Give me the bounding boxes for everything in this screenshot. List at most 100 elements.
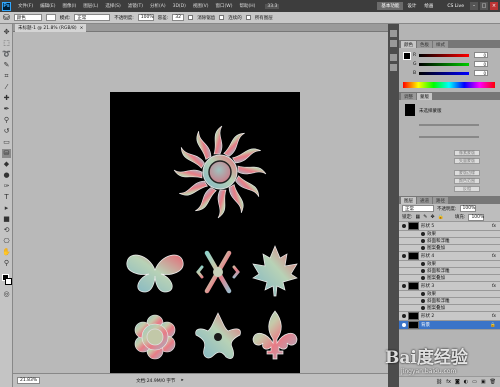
lock-transparency-icon[interactable]: ▦ (416, 214, 421, 220)
layer-effects-row[interactable]: 效果 (399, 291, 500, 298)
slider-g-track[interactable] (419, 63, 469, 66)
move-tool-icon[interactable]: ✥ (2, 28, 11, 37)
layer-row-shape3[interactable]: 形状 3 fx (399, 282, 500, 291)
path-select-tool-icon[interactable]: ▸ (2, 204, 11, 213)
lock-position-icon[interactable]: ✥ (430, 214, 434, 220)
tab-paths[interactable]: 路径 (433, 197, 448, 204)
brush-tool-icon[interactable]: ✒ (2, 105, 11, 114)
visibility-eye-icon[interactable] (402, 224, 406, 228)
tab-swatches[interactable]: 色板 (417, 41, 432, 48)
document-canvas[interactable] (110, 92, 300, 387)
all-layers-checkbox[interactable] (245, 15, 251, 20)
quick-mask-icon[interactable]: ◎ (2, 290, 11, 299)
tab-color[interactable]: 颜色 (401, 41, 416, 48)
effect-eye-icon[interactable] (421, 239, 425, 243)
layer-effect-bevel-row[interactable]: 斜面和浮雕 (399, 268, 500, 275)
actions-panel-icon[interactable] (390, 40, 397, 47)
layer-fx-icon[interactable]: fx (492, 224, 496, 229)
layer-effect-pattern-row[interactable]: 图案叠加 (399, 245, 500, 252)
effect-eye-icon[interactable] (421, 262, 425, 266)
workspace-essentials[interactable]: 基本功能 (377, 2, 404, 10)
maximize-icon[interactable]: □ (480, 2, 488, 10)
zoom-select[interactable]: 33.3 (265, 3, 280, 9)
visibility-eye-icon[interactable] (402, 284, 406, 288)
effect-eye-icon[interactable] (421, 246, 425, 250)
menu-help[interactable]: 帮助(H) (239, 3, 255, 9)
mask-feather-slider[interactable] (419, 136, 479, 138)
menu-window[interactable]: 窗口(W) (215, 3, 232, 9)
document-tab-close-icon[interactable]: × (80, 26, 84, 31)
type-tool-icon[interactable]: T (2, 193, 11, 202)
slider-r-track[interactable] (419, 54, 469, 57)
pattern-swatch[interactable] (45, 14, 56, 21)
clone-source-panel-icon[interactable] (390, 64, 397, 71)
tool-preset-select[interactable]: 颜色 (13, 14, 42, 21)
3d-camera-tool-icon[interactable]: ⎔ (2, 237, 11, 246)
visibility-eye-icon[interactable] (402, 323, 406, 327)
layer-fx-icon[interactable]: fx (492, 314, 496, 319)
layer-fx-icon[interactable]: fx (492, 254, 496, 259)
mode-select[interactable]: 正常 (74, 14, 111, 21)
color-range-button[interactable]: 颜色范围 (454, 178, 480, 184)
document-tab[interactable]: 未标题-1 @ 21.8% (RGB/8) × (15, 24, 87, 32)
tab-layers[interactable]: 图层 (401, 197, 416, 204)
slider-r-value[interactable]: 0 (474, 52, 488, 58)
minimize-icon[interactable]: – (470, 2, 478, 10)
lock-pixels-icon[interactable]: ✎ (423, 214, 427, 220)
menu-image[interactable]: 图像(I) (62, 3, 76, 9)
pen-tool-icon[interactable]: ✑ (2, 182, 11, 191)
effect-eye-icon[interactable] (421, 299, 425, 303)
effect-eye-icon[interactable] (421, 269, 425, 273)
layer-effects-row[interactable]: 效果 (399, 231, 500, 238)
workspace-design[interactable]: 设计 (403, 2, 420, 10)
background-color-swatch[interactable] (5, 278, 12, 285)
3d-rotate-tool-icon[interactable]: ⟲ (2, 226, 11, 235)
slider-b-track[interactable] (419, 72, 469, 75)
brushes-panel-icon[interactable] (390, 54, 397, 61)
close-icon[interactable]: × (490, 2, 498, 10)
menu-edit[interactable]: 编辑(E) (40, 3, 55, 9)
color-panel-fg-swatch[interactable] (403, 52, 411, 60)
effect-eye-icon[interactable] (421, 306, 425, 310)
eraser-tool-icon[interactable]: ▭ (2, 138, 11, 147)
spectrum-bar[interactable] (403, 82, 495, 88)
workspace-painting[interactable]: 绘画 (420, 2, 437, 10)
menu-file[interactable]: 文件(F) (18, 3, 33, 9)
tab-adjustments[interactable]: 调整 (401, 93, 416, 100)
layer-effect-pattern-row[interactable]: 图案叠加 (399, 305, 500, 312)
history-panel-icon[interactable] (390, 30, 397, 37)
menu-filter[interactable]: 滤镜(T) (128, 3, 143, 9)
quick-select-tool-icon[interactable]: ✎ (2, 61, 11, 70)
opacity-input[interactable]: 100% (137, 14, 154, 21)
slider-g-value[interactable]: 0 (474, 61, 488, 67)
visibility-eye-icon[interactable] (402, 314, 406, 318)
tab-styles[interactable]: 样式 (433, 41, 448, 48)
dodge-tool-icon[interactable]: ● (2, 171, 11, 180)
menu-view[interactable]: 视图(V) (193, 3, 209, 9)
pixel-mask-button[interactable]: 像素蒙版 (454, 150, 480, 156)
layer-opacity-input[interactable]: 100% (459, 205, 476, 212)
layer-row-background[interactable]: 背景 🔒 (399, 321, 500, 330)
eyedropper-tool-icon[interactable]: ⁄ (2, 83, 11, 92)
layer-effect-bevel-row[interactable]: 斜面和浮雕 (399, 298, 500, 305)
tab-channels[interactable]: 通道 (417, 197, 432, 204)
lasso-tool-icon[interactable]: ➰ (2, 50, 11, 59)
layer-row-shape2[interactable]: 形状 2 fx (399, 312, 500, 321)
layer-fx-icon[interactable]: fx (492, 284, 496, 289)
mask-density-slider[interactable] (419, 124, 479, 126)
paint-bucket-icon[interactable]: ⛁ (3, 13, 10, 22)
healing-tool-icon[interactable]: ✚ (2, 94, 11, 103)
lock-all-icon[interactable]: 🔒 (438, 214, 444, 220)
menu-3d[interactable]: 3D(D) (173, 4, 186, 9)
mask-edge-button[interactable]: 蒙版边缘 (454, 170, 480, 176)
antialias-checkbox[interactable] (188, 15, 194, 20)
effect-eye-icon[interactable] (421, 232, 425, 236)
marquee-tool-icon[interactable]: ⬚ (2, 39, 11, 48)
layer-effect-bevel-row[interactable]: 斜面和浮雕 (399, 238, 500, 245)
zoom-tool-icon[interactable]: ⚲ (2, 259, 11, 268)
contiguous-checkbox[interactable] (219, 15, 225, 20)
visibility-eye-icon[interactable] (402, 254, 406, 258)
clone-stamp-tool-icon[interactable]: ⚲ (2, 116, 11, 125)
shape-tool-icon[interactable]: ■ (2, 215, 11, 224)
hand-tool-icon[interactable]: ✋ (2, 248, 11, 257)
